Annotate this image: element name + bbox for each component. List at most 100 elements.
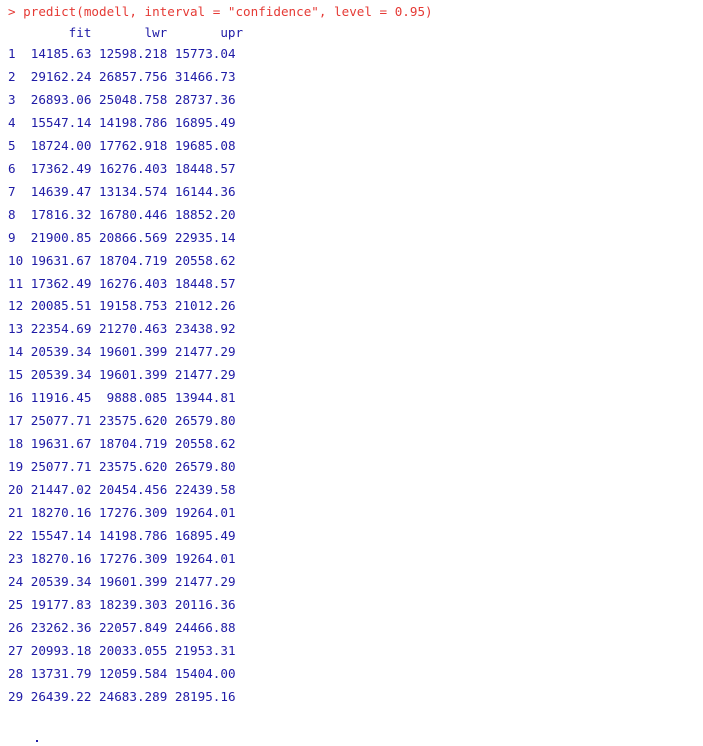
cell-upr: 19685.08 — [174, 137, 236, 153]
cell-lwr: 23575.620 — [99, 459, 168, 475]
cell-upr: 21477.29 — [174, 367, 236, 383]
cell-spacer — [167, 367, 175, 382]
cell-upr: 23438.92 — [174, 321, 236, 337]
cell-spacer — [167, 161, 175, 176]
cell-fit: 19177.83 — [30, 596, 92, 612]
cell-spacer — [167, 276, 175, 291]
cell-spacer — [167, 69, 175, 84]
table-row: 15 20539.34 19601.399 21477.29 — [8, 364, 236, 386]
row-index: 21 — [8, 505, 24, 520]
cell-lwr: 18704.719 — [99, 252, 168, 268]
table-row: 1 14185.63 12598.218 15773.04 — [8, 43, 236, 65]
cell-spacer — [23, 574, 31, 589]
row-index: 15 — [8, 367, 24, 383]
table-row: 12 20085.51 19158.753 21012.26 — [8, 295, 236, 317]
row-index: 23 — [8, 550, 24, 566]
cell-lwr: 20454.456 — [99, 482, 168, 498]
cell-spacer — [167, 620, 175, 635]
cell-lwr: 16276.403 — [99, 275, 168, 291]
cell-spacer — [23, 620, 31, 635]
cell-upr: 22935.14 — [174, 229, 236, 245]
cell-spacer — [167, 689, 175, 704]
cell-spacer — [23, 597, 31, 612]
cell-fit: 17362.49 — [30, 275, 92, 291]
cell-spacer — [167, 207, 175, 222]
row-index: 14 — [8, 344, 24, 360]
cell-fit: 25077.71 — [30, 413, 92, 429]
cell-spacer — [91, 413, 99, 428]
cell-lwr: 24683.289 — [99, 688, 168, 704]
cell-upr: 26579.80 — [174, 413, 236, 429]
cell-spacer — [16, 230, 31, 245]
cell-spacer — [91, 390, 106, 405]
cell-spacer — [167, 574, 175, 589]
r-console[interactable]: > predict(modell, interval = "confidence… — [0, 0, 703, 746]
cell-lwr: 18704.719 — [99, 436, 168, 452]
row-index: 22 — [8, 527, 24, 543]
table-row: 6 17362.49 16276.403 18448.57 — [8, 158, 236, 180]
cell-spacer — [23, 689, 31, 704]
cell-spacer — [16, 46, 31, 61]
cell-upr: 21477.29 — [174, 573, 236, 589]
cell-lwr: 19601.399 — [99, 573, 168, 589]
cell-fit: 13731.79 — [30, 665, 92, 681]
row-index: 4 — [8, 114, 16, 130]
cell-spacer — [167, 115, 175, 130]
cell-spacer — [91, 574, 99, 589]
cell-spacer — [91, 367, 99, 382]
cell-lwr: 16276.403 — [99, 160, 168, 176]
cell-spacer — [91, 344, 99, 359]
cell-lwr: 17762.918 — [99, 137, 168, 153]
cell-spacer — [91, 666, 99, 681]
row-index: 29 — [8, 688, 24, 704]
cell-upr: 20116.36 — [174, 596, 236, 612]
table-row: 19 25077.71 23575.620 26579.80 — [8, 456, 236, 478]
row-index: 7 — [8, 183, 16, 199]
cell-fit: 23262.36 — [30, 619, 92, 635]
table-row: 25 19177.83 18239.303 20116.36 — [8, 594, 236, 616]
row-index: 3 — [8, 91, 16, 107]
cell-spacer — [167, 459, 175, 474]
row-index: 20 — [8, 482, 24, 498]
cell-spacer — [91, 597, 99, 612]
cell-spacer — [23, 643, 31, 658]
row-index: 25 — [8, 596, 24, 612]
row-index: 11 — [8, 275, 24, 291]
table-row: 18 19631.67 18704.719 20558.62 — [8, 433, 236, 455]
cell-upr: 26579.80 — [174, 459, 236, 475]
cell-fit: 20993.18 — [30, 642, 92, 658]
cell-upr: 28737.36 — [174, 91, 236, 107]
prompt-symbol: > — [8, 4, 24, 19]
cell-fit: 19631.67 — [30, 252, 92, 268]
cell-spacer — [167, 321, 175, 336]
cell-lwr: 22057.849 — [99, 619, 168, 635]
cell-upr: 13944.81 — [174, 390, 236, 406]
cell-upr: 18448.57 — [174, 275, 236, 291]
cell-spacer — [91, 92, 99, 107]
cell-lwr: 12059.584 — [99, 665, 168, 681]
cell-spacer — [91, 207, 99, 222]
cell-upr: 20558.62 — [174, 252, 236, 268]
cell-lwr: 14198.786 — [99, 114, 168, 130]
cell-fit: 17816.32 — [30, 206, 92, 222]
row-index: 24 — [8, 573, 24, 589]
cell-fit: 29162.24 — [30, 68, 92, 84]
cell-spacer — [91, 620, 99, 635]
table-row: 2 29162.24 26857.756 31466.73 — [8, 66, 236, 88]
cell-spacer — [23, 367, 31, 382]
cell-spacer — [16, 69, 31, 84]
cell-upr: 19264.01 — [174, 505, 236, 520]
cell-spacer — [23, 551, 31, 566]
table-row: 28 13731.79 12059.584 15404.00 — [8, 663, 236, 685]
cell-spacer — [23, 482, 31, 497]
command-line: > predict(modell, interval = "confidence… — [8, 1, 433, 23]
cell-spacer — [16, 138, 31, 153]
cell-lwr: 23575.620 — [99, 413, 168, 429]
cell-spacer — [167, 230, 175, 245]
cell-fit: 20539.34 — [30, 344, 92, 360]
cell-lwr: 12598.218 — [99, 46, 168, 61]
cell-spacer — [167, 298, 175, 313]
cell-spacer — [91, 505, 99, 520]
cell-lwr: 26857.756 — [99, 68, 168, 84]
cell-spacer — [167, 597, 175, 612]
